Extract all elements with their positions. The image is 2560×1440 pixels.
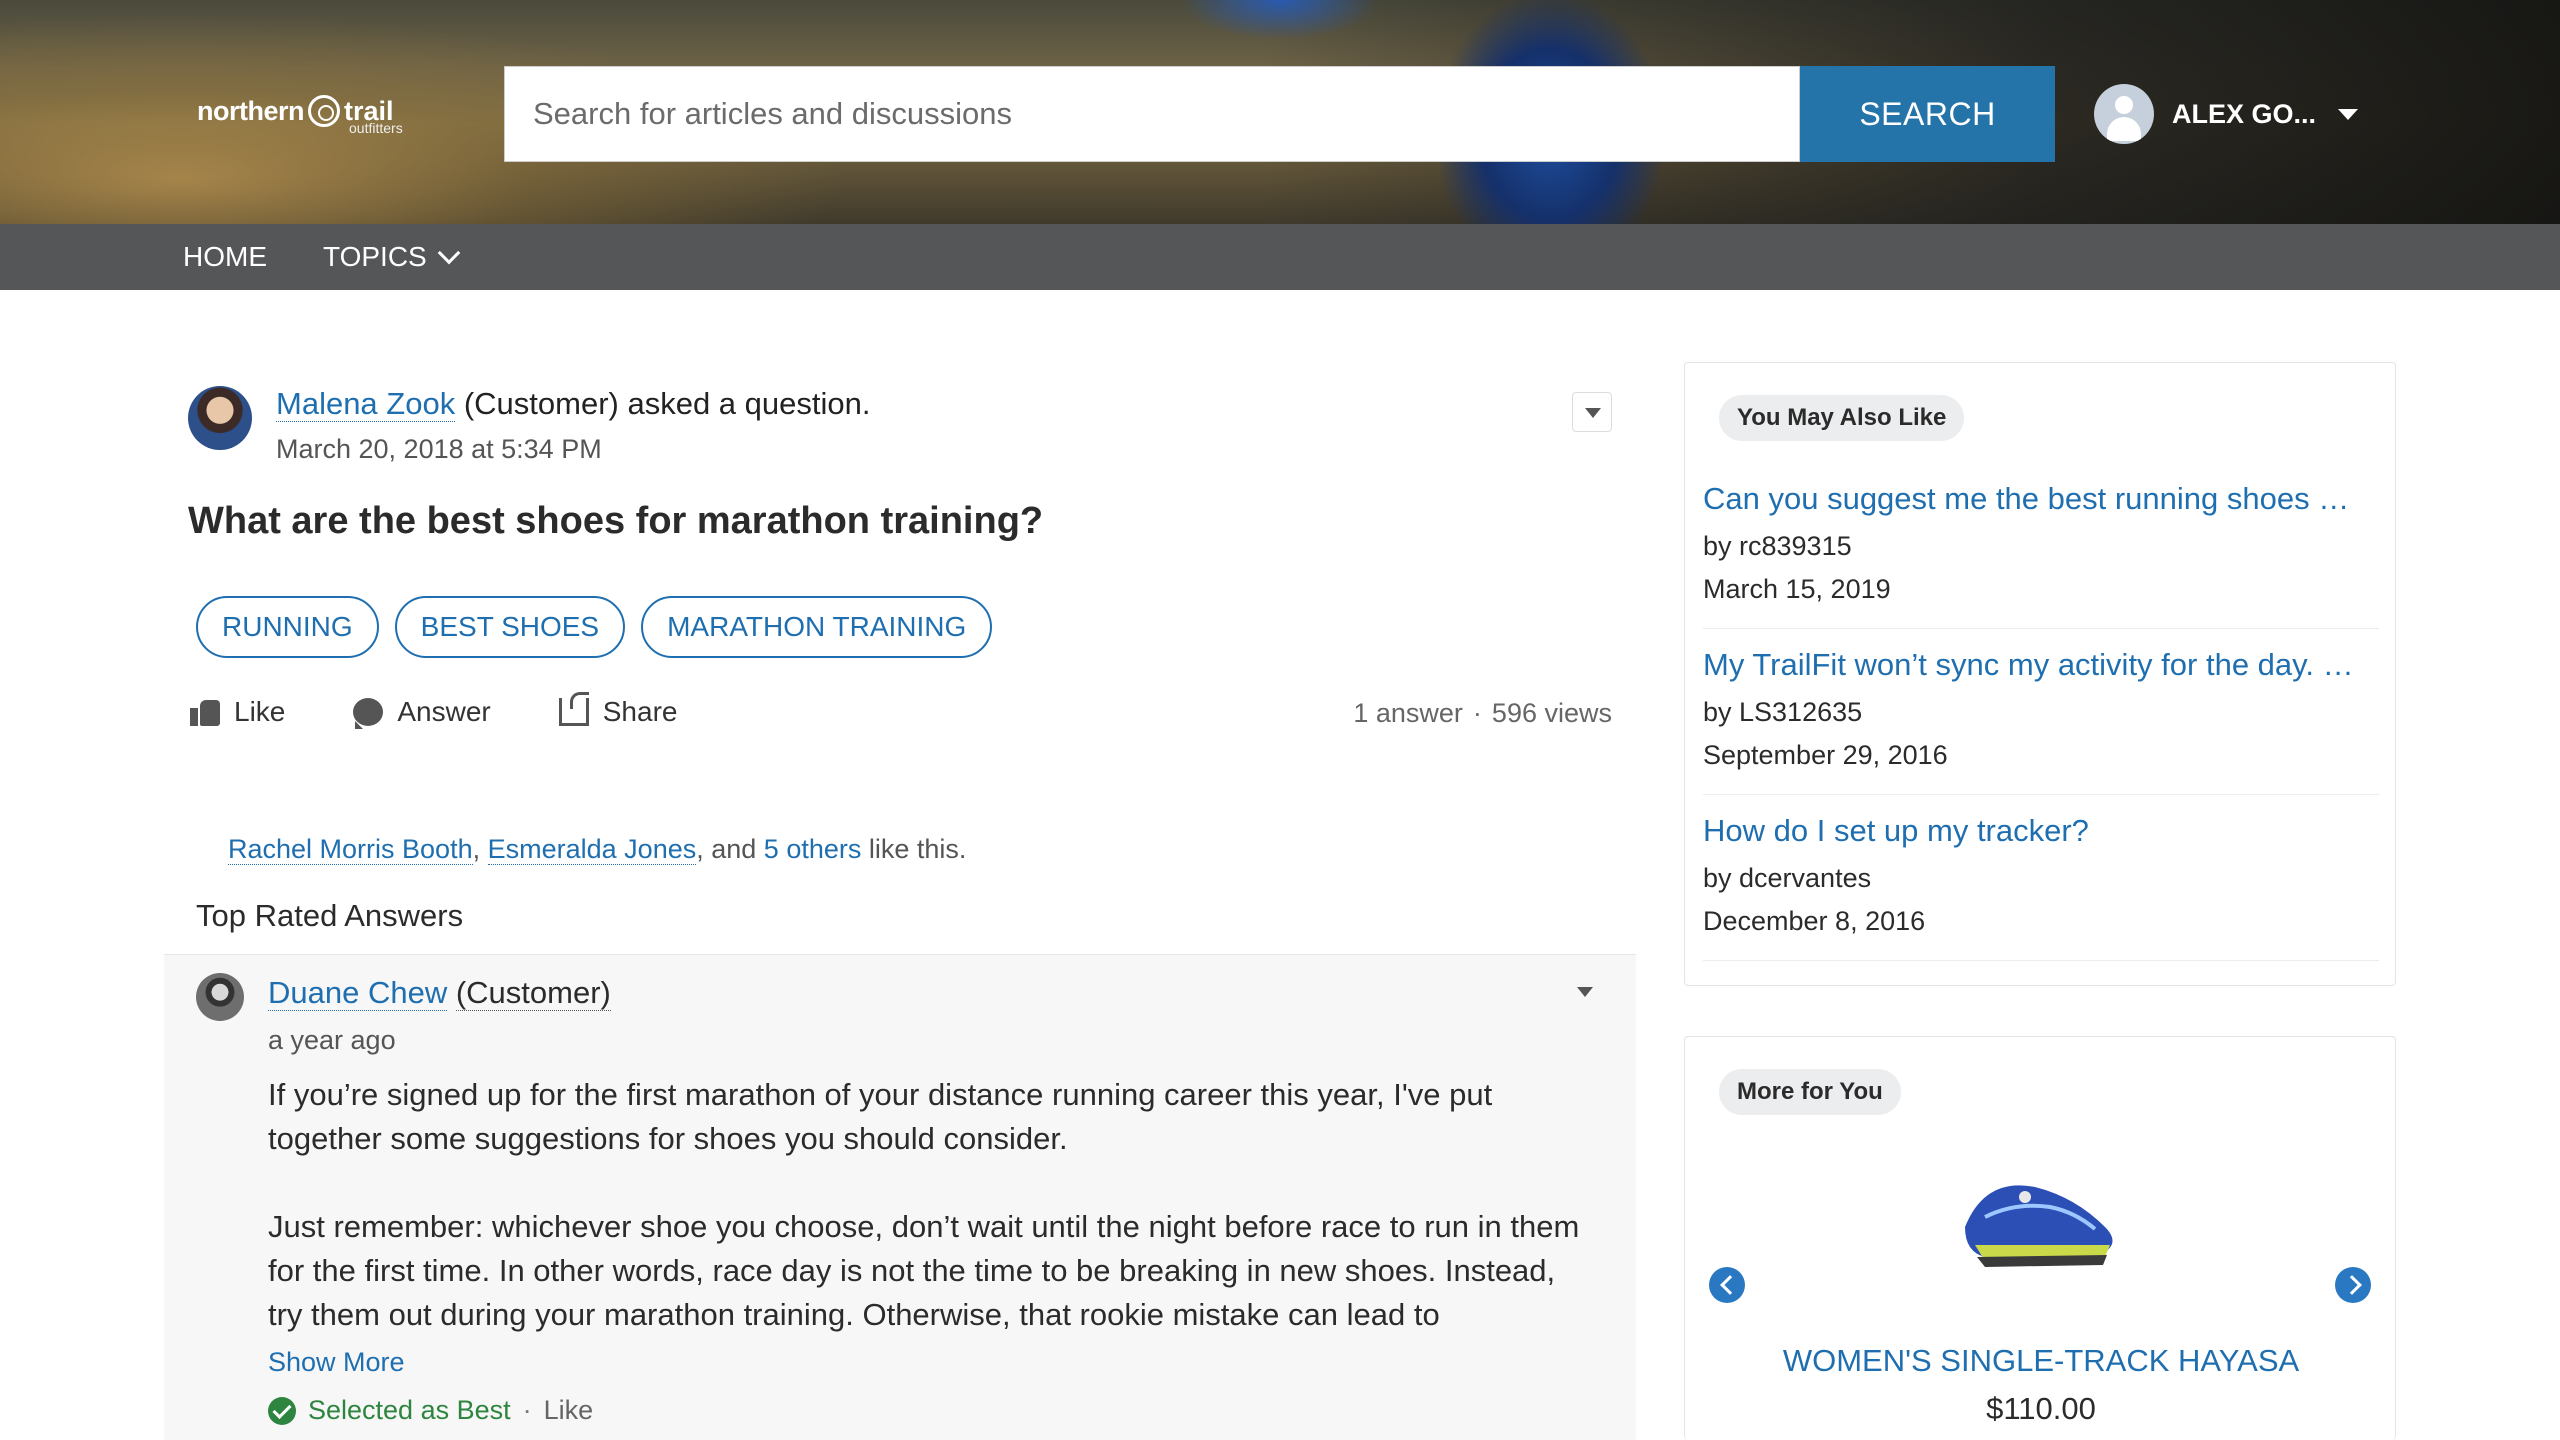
logo-word-northern: northern [197, 95, 305, 126]
user-avatar-icon [2094, 84, 2154, 144]
like-label: Like [234, 696, 286, 727]
question-title: What are the best shoes for marathon tra… [188, 500, 1044, 542]
liker-link-2[interactable]: Esmeralda Jones [487, 834, 697, 865]
question-meta: Malena Zook (Customer) asked a question. [276, 386, 870, 422]
related-item-date: December 8, 2016 [1703, 906, 1926, 936]
tag-running[interactable]: RUNNING [196, 596, 379, 658]
search-button[interactable]: SEARCH [1800, 66, 2055, 162]
related-item[interactable]: How do I set up my tracker? by dcervante… [1703, 813, 2379, 961]
chevron-down-icon [437, 241, 461, 265]
likers-comma: , [472, 834, 488, 864]
banner-shoe-top [1180, 0, 1380, 40]
question-date: March 20, 2018 at 5:34 PM [276, 434, 602, 464]
answer-time: a year ago [268, 1025, 396, 1055]
question-author-role: (Customer) asked a question. [463, 386, 871, 421]
you-may-also-like-heading: You May Also Like [1719, 395, 1965, 441]
question-author-link[interactable]: Malena Zook [276, 386, 456, 422]
search-input[interactable] [533, 96, 1733, 132]
answer-paragraph-2: Just remember: whichever shoe you choose… [268, 1209, 1580, 1332]
site-logo[interactable]: northern trail outfitters [197, 86, 403, 136]
related-item-title[interactable]: My TrailFit won’t sync my activity for t… [1703, 647, 2373, 683]
question-menu-button[interactable] [1572, 392, 1612, 432]
related-item-author: by LS312635 [1703, 697, 1863, 727]
search-box [504, 66, 1800, 162]
product-price: $110.00 [1986, 1391, 2096, 1426]
answer-paragraph-1: If you’re signed up for the first marath… [268, 1077, 1493, 1156]
product-name-link[interactable]: WOMEN'S SINGLE-TRACK HAYASA [1685, 1343, 2397, 1379]
likers-line: Rachel Morris Booth, Esmeralda Jones, an… [228, 834, 966, 865]
answer-body: If you’re signed up for the first marath… [268, 1073, 1598, 1381]
answer-count: 1 answer [1353, 698, 1463, 728]
answer-card: Duane Chew (Customer) a year ago If you’… [164, 954, 1636, 1440]
user-menu[interactable]: ALEX GO... [2094, 84, 2359, 144]
answer-button[interactable]: Answer [353, 696, 491, 729]
caret-down-icon [2338, 108, 2359, 120]
logo-subtitle: outfitters [349, 120, 403, 136]
likers-others-link[interactable]: 5 others [764, 834, 862, 864]
check-circle-icon [268, 1396, 296, 1425]
related-item[interactable]: Can you suggest me the best running shoe… [1703, 481, 2379, 629]
more-for-you-card: More for You WOMEN'S SINGLE-TRACK HAYASA… [1684, 1036, 2396, 1440]
nav-home[interactable]: HOME [183, 241, 267, 273]
related-item-date: September 29, 2016 [1703, 740, 1948, 770]
view-count: 596 views [1491, 698, 1612, 728]
nav-topics[interactable]: TOPICS [323, 241, 461, 273]
related-item-title[interactable]: How do I set up my tracker? [1703, 813, 2373, 849]
related-item-title[interactable]: Can you suggest me the best running shoe… [1703, 481, 2373, 517]
likers-and: , and [696, 834, 764, 864]
stats-separator: · [1472, 698, 1482, 728]
product-shoe-image[interactable] [1955, 1157, 2125, 1277]
share-button[interactable]: Share [558, 692, 678, 728]
nav-topics-label: TOPICS [323, 241, 427, 272]
thumbs-up-icon [190, 698, 220, 726]
related-item-author: by rc839315 [1703, 531, 1852, 561]
more-for-you-heading: More for You [1719, 1069, 1901, 1115]
logo-ring-icon [308, 95, 340, 127]
like-button[interactable]: Like [190, 696, 285, 728]
question-tags: RUNNING BEST SHOES MARATHON TRAINING [196, 596, 993, 658]
share-label: Share [602, 696, 678, 727]
related-item-author: by dcervantes [1703, 863, 1872, 893]
best-answer-row: Selected as Best · Like [268, 1395, 593, 1426]
tag-best-shoes[interactable]: BEST SHOES [394, 596, 626, 658]
related-item[interactable]: My TrailFit won’t sync my activity for t… [1703, 647, 2379, 795]
tag-marathon-training[interactable]: MARATHON TRAINING [641, 596, 993, 658]
you-may-also-like-card: You May Also Like Can you suggest me the… [1684, 362, 2396, 986]
question-actions: Like Answer Share [190, 692, 678, 729]
answer-author-role: (Customer) [455, 975, 611, 1011]
share-icon [558, 692, 589, 726]
nav-home-label: HOME [183, 241, 267, 272]
answer-menu-button[interactable] [1564, 971, 1604, 1011]
best-separator: · [522, 1395, 532, 1425]
header-banner: northern trail outfitters SEARCH ALEX GO… [0, 0, 2560, 224]
question-author-avatar[interactable] [188, 386, 252, 450]
user-name: ALEX GO... [2172, 98, 2317, 129]
comment-bubble-icon [353, 698, 384, 729]
carousel-prev-icon[interactable] [1709, 1267, 1745, 1303]
related-item-date: March 15, 2019 [1703, 574, 1891, 604]
likers-suffix: like this. [861, 834, 967, 864]
liker-link-1[interactable]: Rachel Morris Booth [228, 834, 473, 865]
carousel-next-icon[interactable] [2335, 1267, 2371, 1303]
answer-meta: Duane Chew (Customer) [268, 975, 611, 1011]
top-rated-heading: Top Rated Answers [196, 898, 464, 933]
answer-label: Answer [397, 696, 491, 727]
question-stats: 1 answer · 596 views [1353, 698, 1612, 729]
main-nav: HOME TOPICS [0, 224, 2560, 290]
answer-like-button[interactable]: Like [544, 1395, 594, 1426]
answer-author-link[interactable]: Duane Chew [268, 975, 448, 1011]
answer-author-avatar[interactable] [196, 973, 244, 1021]
show-more-link[interactable]: Show More [268, 1347, 405, 1378]
selected-as-best-label: Selected as Best [308, 1395, 511, 1425]
